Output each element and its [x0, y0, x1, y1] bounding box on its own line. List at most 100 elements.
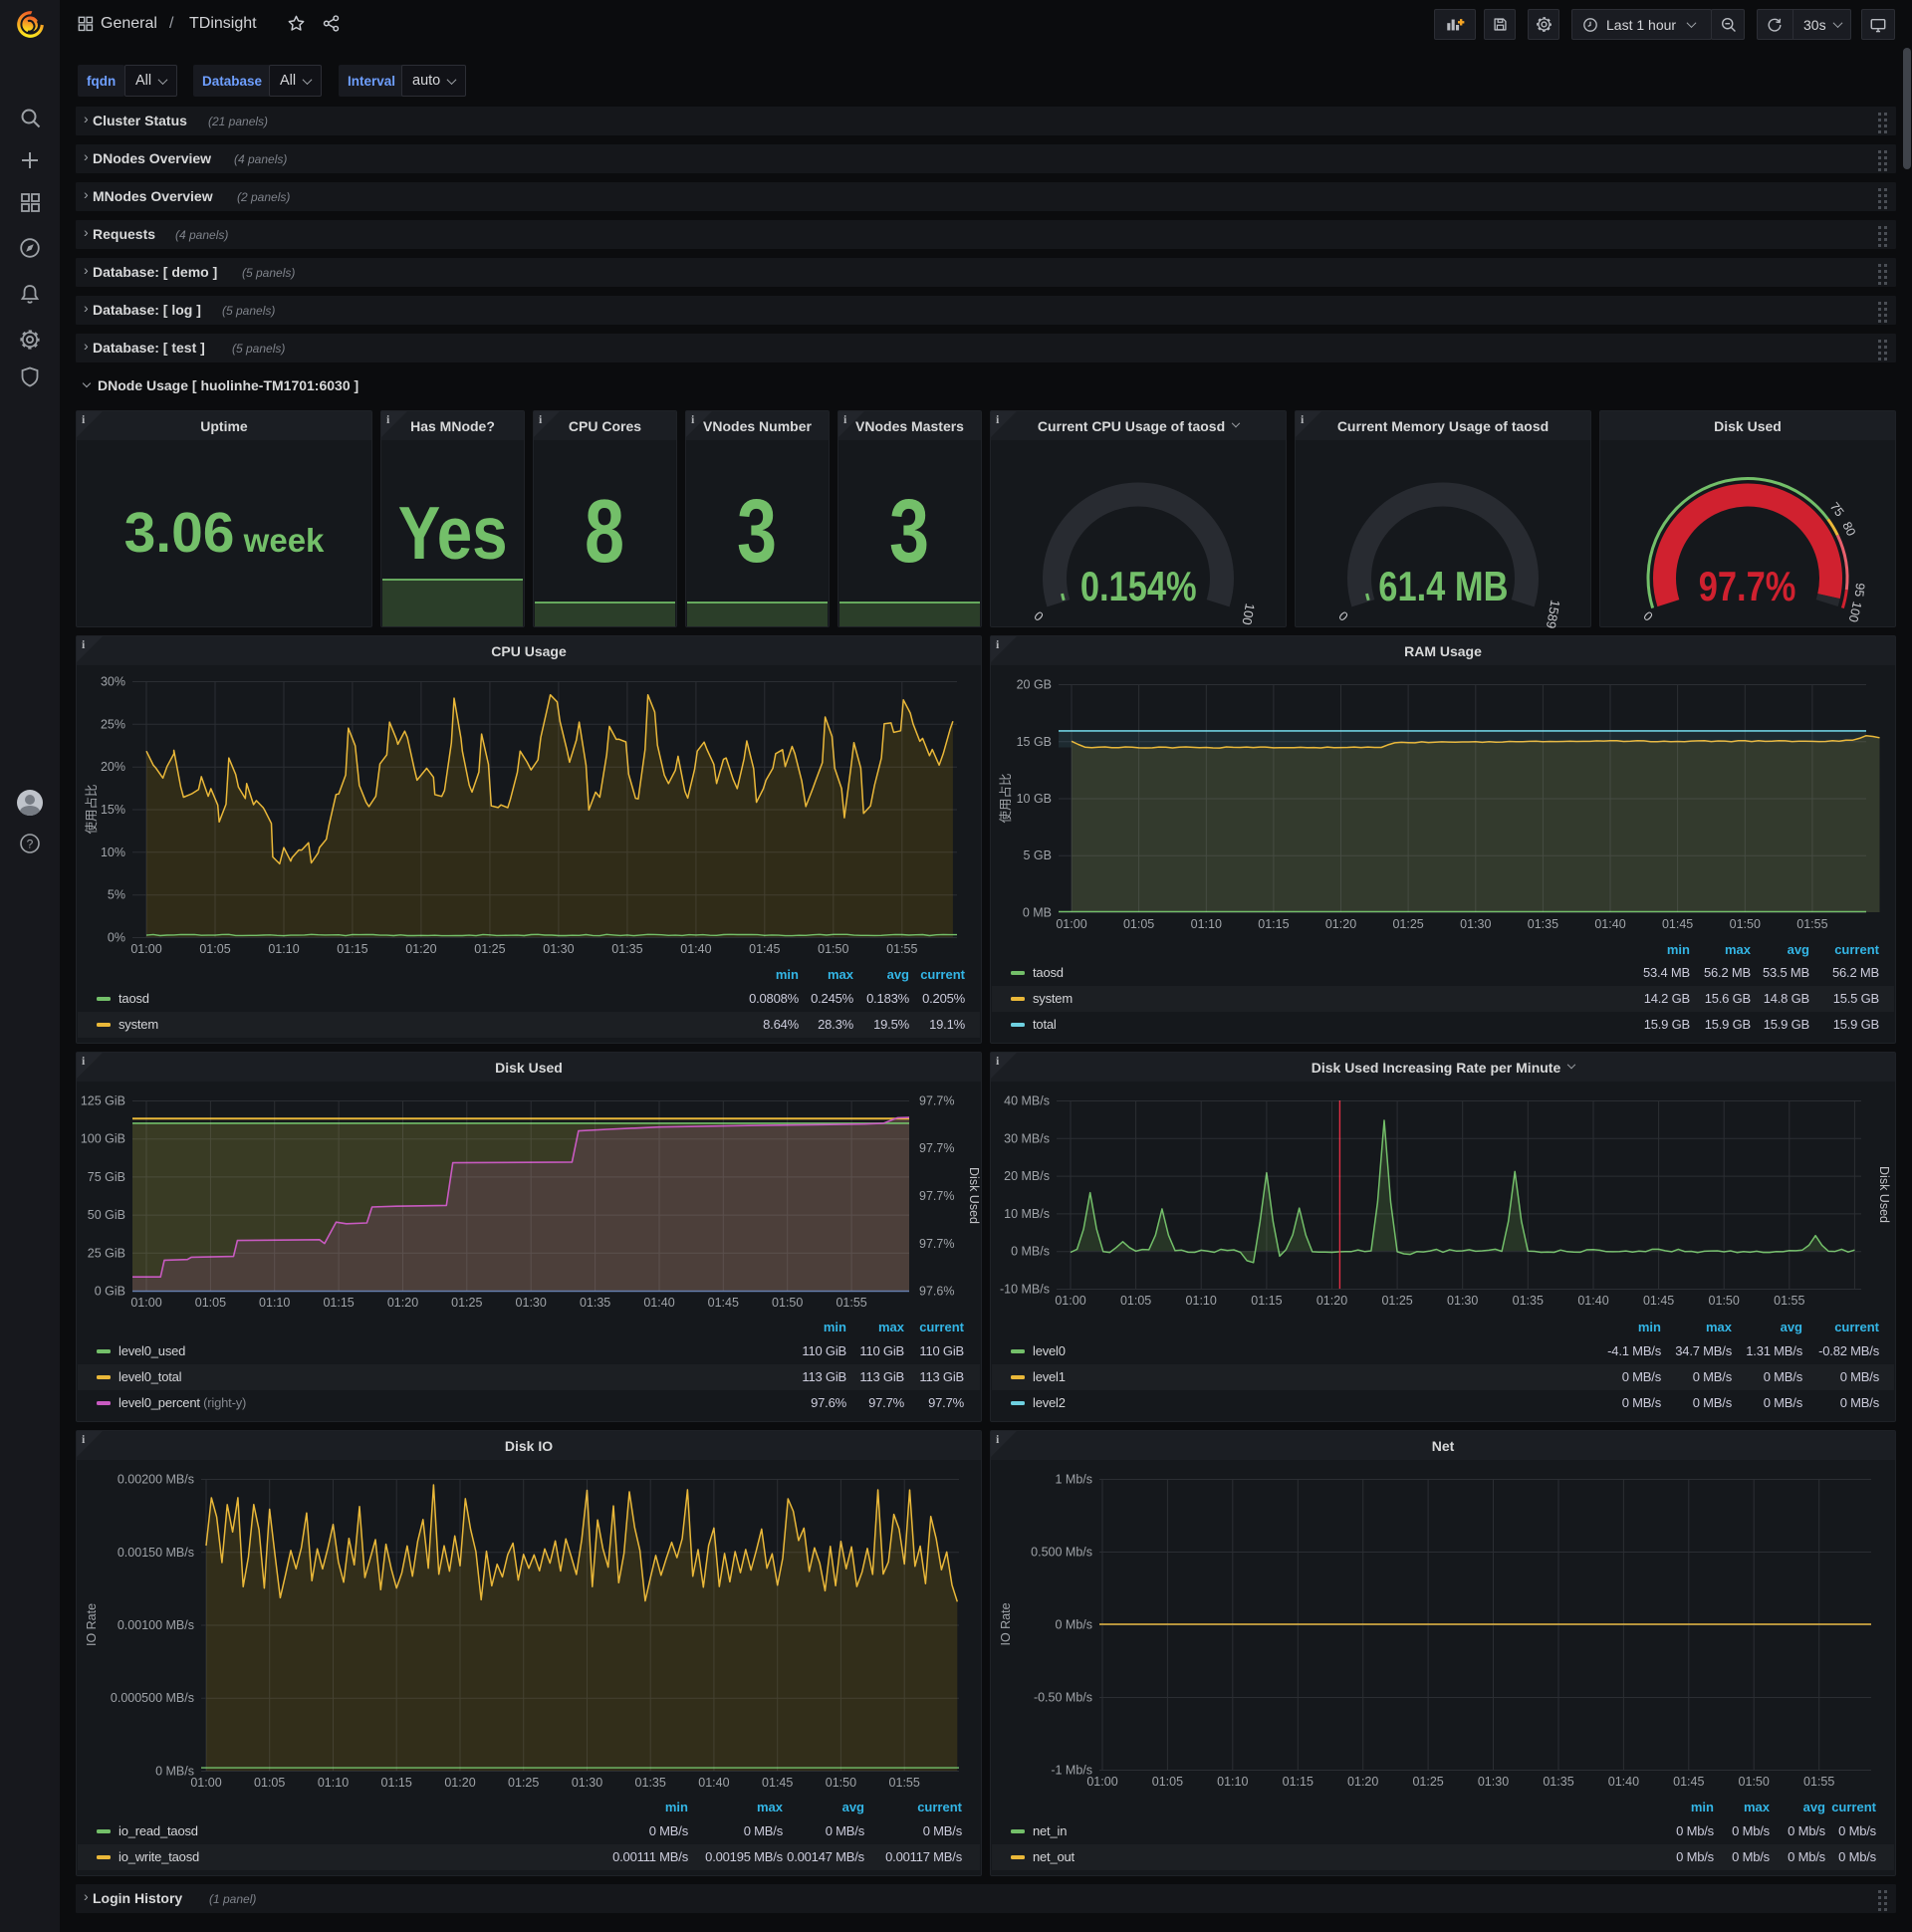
svg-text:01:05: 01:05: [199, 942, 230, 956]
svg-text:01:40: 01:40: [680, 942, 711, 956]
svg-text:100 GiB: 100 GiB: [81, 1132, 125, 1146]
svg-text:IO Rate: IO Rate: [999, 1602, 1013, 1645]
svg-text:01:30: 01:30: [572, 1776, 602, 1790]
svg-text:75 GiB: 75 GiB: [88, 1170, 125, 1184]
svg-text:125 GiB: 125 GiB: [81, 1094, 125, 1108]
svg-text:40 MB/s: 40 MB/s: [1004, 1094, 1050, 1108]
svg-text:01:05: 01:05: [1123, 917, 1154, 931]
svg-text:15%: 15%: [101, 803, 125, 817]
svg-text:25%: 25%: [101, 717, 125, 731]
svg-text:0 GiB: 0 GiB: [95, 1285, 125, 1299]
svg-text:01:40: 01:40: [698, 1776, 729, 1790]
svg-text:15 GB: 15 GB: [1017, 735, 1052, 749]
svg-text:0 MB/s: 0 MB/s: [155, 1765, 194, 1779]
svg-text:0: 0: [1640, 608, 1655, 624]
svg-text:01:35: 01:35: [1513, 1294, 1544, 1308]
svg-text:20%: 20%: [101, 760, 125, 774]
svg-text:75: 75: [1827, 500, 1847, 520]
svg-text:01:00: 01:00: [1055, 1294, 1085, 1308]
svg-text:01:00: 01:00: [190, 1776, 221, 1790]
svg-text:IO Rate: IO Rate: [85, 1603, 99, 1646]
svg-text:01:05: 01:05: [254, 1776, 285, 1790]
svg-text:97.7%: 97.7%: [919, 1237, 954, 1251]
svg-text:01:30: 01:30: [1447, 1294, 1478, 1308]
svg-text:01:50: 01:50: [826, 1776, 856, 1790]
svg-text:01:10: 01:10: [1191, 917, 1222, 931]
svg-text:01:35: 01:35: [635, 1776, 666, 1790]
svg-text:-10 MB/s: -10 MB/s: [1000, 1283, 1050, 1297]
svg-text:01:25: 01:25: [451, 1296, 482, 1310]
svg-text:01:40: 01:40: [1608, 1775, 1639, 1789]
svg-text:01:25: 01:25: [474, 942, 505, 956]
svg-text:-0.50 Mb/s: -0.50 Mb/s: [1034, 1691, 1092, 1705]
svg-text:0 MB: 0 MB: [1023, 906, 1052, 920]
svg-text:01:00: 01:00: [130, 942, 161, 956]
svg-text:30%: 30%: [101, 675, 125, 689]
svg-text:01:45: 01:45: [1643, 1294, 1674, 1308]
svg-text:01:40: 01:40: [643, 1296, 674, 1310]
svg-text:10%: 10%: [101, 845, 125, 859]
svg-text:01:25: 01:25: [1381, 1294, 1412, 1308]
svg-text:5 GB: 5 GB: [1024, 848, 1053, 862]
svg-text:25 GiB: 25 GiB: [88, 1246, 125, 1260]
svg-text:01:05: 01:05: [195, 1296, 226, 1310]
svg-text:01:20: 01:20: [405, 942, 436, 956]
svg-text:01:10: 01:10: [1217, 1775, 1248, 1789]
svg-text:01:35: 01:35: [1543, 1775, 1573, 1789]
svg-text:50 GiB: 50 GiB: [88, 1208, 125, 1222]
svg-text:0.00150 MB/s: 0.00150 MB/s: [118, 1546, 194, 1560]
svg-text:01:20: 01:20: [1316, 1294, 1347, 1308]
svg-text:0%: 0%: [108, 931, 125, 945]
svg-text:01:00: 01:00: [130, 1296, 161, 1310]
svg-text:97.6%: 97.6%: [919, 1285, 954, 1299]
svg-text:10 GB: 10 GB: [1017, 792, 1052, 806]
svg-text:使用占比: 使用占比: [84, 784, 99, 834]
svg-text:30 MB/s: 30 MB/s: [1004, 1131, 1050, 1145]
svg-text:01:50: 01:50: [1709, 1294, 1740, 1308]
svg-text:5%: 5%: [108, 888, 125, 902]
svg-text:01:10: 01:10: [268, 942, 299, 956]
svg-text:01:45: 01:45: [762, 1776, 793, 1790]
svg-text:01:40: 01:40: [1594, 917, 1625, 931]
svg-text:01:25: 01:25: [508, 1776, 539, 1790]
svg-text:01:30: 01:30: [1478, 1775, 1509, 1789]
svg-text:01:55: 01:55: [1774, 1294, 1804, 1308]
svg-text:01:15: 01:15: [1258, 917, 1289, 931]
svg-text:01:20: 01:20: [387, 1296, 418, 1310]
svg-text:0.500 Mb/s: 0.500 Mb/s: [1031, 1546, 1092, 1560]
svg-text:0: 0: [1031, 608, 1046, 624]
svg-text:01:35: 01:35: [580, 1296, 610, 1310]
svg-text:使用占比: 使用占比: [998, 773, 1013, 823]
svg-text:01:20: 01:20: [444, 1776, 475, 1790]
svg-text:0 Mb/s: 0 Mb/s: [1055, 1618, 1092, 1632]
svg-text:01:45: 01:45: [1662, 917, 1693, 931]
svg-text:01:30: 01:30: [516, 1296, 547, 1310]
svg-text:01:55: 01:55: [889, 1776, 920, 1790]
svg-text:01:30: 01:30: [1460, 917, 1491, 931]
svg-text:20 GB: 20 GB: [1017, 678, 1052, 692]
svg-text:01:10: 01:10: [1186, 1294, 1217, 1308]
svg-text:97.7%: 97.7%: [919, 1094, 954, 1108]
svg-text:01:45: 01:45: [708, 1296, 739, 1310]
svg-text:20 MB/s: 20 MB/s: [1004, 1169, 1050, 1183]
svg-text:01:50: 01:50: [1730, 917, 1761, 931]
svg-text:01:00: 01:00: [1086, 1775, 1117, 1789]
svg-text:01:45: 01:45: [1673, 1775, 1704, 1789]
svg-text:01:05: 01:05: [1120, 1294, 1151, 1308]
svg-text:01:50: 01:50: [772, 1296, 803, 1310]
svg-text:80: 80: [1839, 520, 1858, 539]
svg-text:Disk Used: Disk Used: [967, 1167, 981, 1224]
svg-text:01:15: 01:15: [337, 942, 367, 956]
svg-text:0.00200 MB/s: 0.00200 MB/s: [118, 1473, 194, 1487]
svg-text:01:10: 01:10: [318, 1776, 349, 1790]
svg-text:01:15: 01:15: [381, 1776, 412, 1790]
svg-text:01:00: 01:00: [1056, 917, 1086, 931]
svg-text:97.7%: 97.7%: [919, 1141, 954, 1155]
svg-text:10 MB/s: 10 MB/s: [1004, 1207, 1050, 1221]
svg-text:01:05: 01:05: [1152, 1775, 1183, 1789]
svg-text:01:50: 01:50: [818, 942, 848, 956]
svg-text:1 Mb/s: 1 Mb/s: [1055, 1473, 1092, 1487]
svg-text:01:35: 01:35: [1528, 917, 1558, 931]
svg-text:01:55: 01:55: [1796, 917, 1827, 931]
svg-text:0.00100 MB/s: 0.00100 MB/s: [118, 1618, 194, 1632]
